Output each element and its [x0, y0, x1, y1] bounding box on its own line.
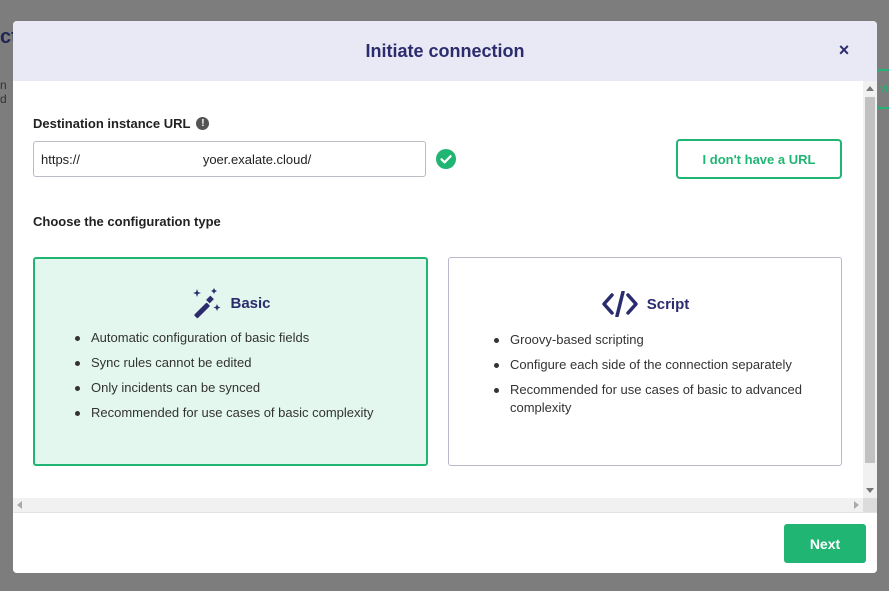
scroll-right-icon[interactable]	[854, 501, 859, 509]
code-icon	[601, 291, 638, 317]
scroll-left-icon[interactable]	[17, 501, 22, 509]
check-circle-icon	[436, 149, 456, 169]
destination-url-label: Destination instance URL !	[33, 116, 210, 131]
vertical-scrollbar[interactable]	[863, 81, 877, 498]
basic-card-title: Basic	[230, 294, 271, 312]
list-item: Recommended for use cases of basic to ad…	[494, 381, 821, 417]
initiate-connection-modal: Initiate connection × Destination instan…	[13, 21, 877, 573]
no-url-button[interactable]: I don't have a URL	[676, 139, 842, 179]
list-item: Groovy-based scripting	[494, 331, 821, 349]
script-card-title: Script	[646, 295, 690, 313]
magic-wand-icon	[193, 288, 221, 319]
horizontal-scrollbar[interactable]	[13, 498, 863, 512]
background-page-button: vi	[876, 69, 889, 109]
vertical-scroll-thumb[interactable]	[865, 97, 875, 463]
list-item: Sync rules cannot be edited	[75, 354, 406, 372]
list-item: Configure each side of the connection se…	[494, 356, 821, 374]
script-card-header: Script	[449, 291, 841, 317]
background-page-text: n d	[0, 78, 7, 106]
info-icon[interactable]: !	[196, 117, 210, 130]
list-item: Automatic configuration of basic fields	[75, 329, 406, 347]
script-feature-list: Groovy-based scripting Configure each si…	[494, 331, 821, 424]
scrollbar-corner	[863, 498, 877, 512]
basic-feature-list: Automatic configuration of basic fields …	[75, 329, 406, 429]
basic-configuration-card[interactable]: Basic Automatic configuration of basic f…	[33, 257, 428, 466]
configuration-type-label: Choose the configuration type	[33, 214, 221, 229]
destination-url-label-text: Destination instance URL	[33, 116, 191, 131]
scroll-down-icon[interactable]	[866, 488, 874, 493]
close-icon[interactable]: ×	[835, 41, 853, 59]
basic-card-header: Basic	[35, 287, 426, 319]
modal-title: Initiate connection	[365, 40, 525, 61]
list-item: Only incidents can be synced	[75, 379, 406, 397]
background-page-title: ct	[0, 26, 13, 48]
script-configuration-card[interactable]: Script Groovy-based scripting Configure …	[448, 257, 842, 466]
modal-footer: Next	[13, 512, 877, 573]
next-button[interactable]: Next	[784, 524, 866, 563]
list-item: Recommended for use cases of basic compl…	[75, 404, 406, 422]
destination-url-input[interactable]	[33, 141, 426, 177]
modal-body: Destination instance URL ! I don't have …	[13, 81, 863, 498]
scroll-up-icon[interactable]	[866, 86, 874, 91]
modal-header: Initiate connection ×	[13, 21, 877, 81]
